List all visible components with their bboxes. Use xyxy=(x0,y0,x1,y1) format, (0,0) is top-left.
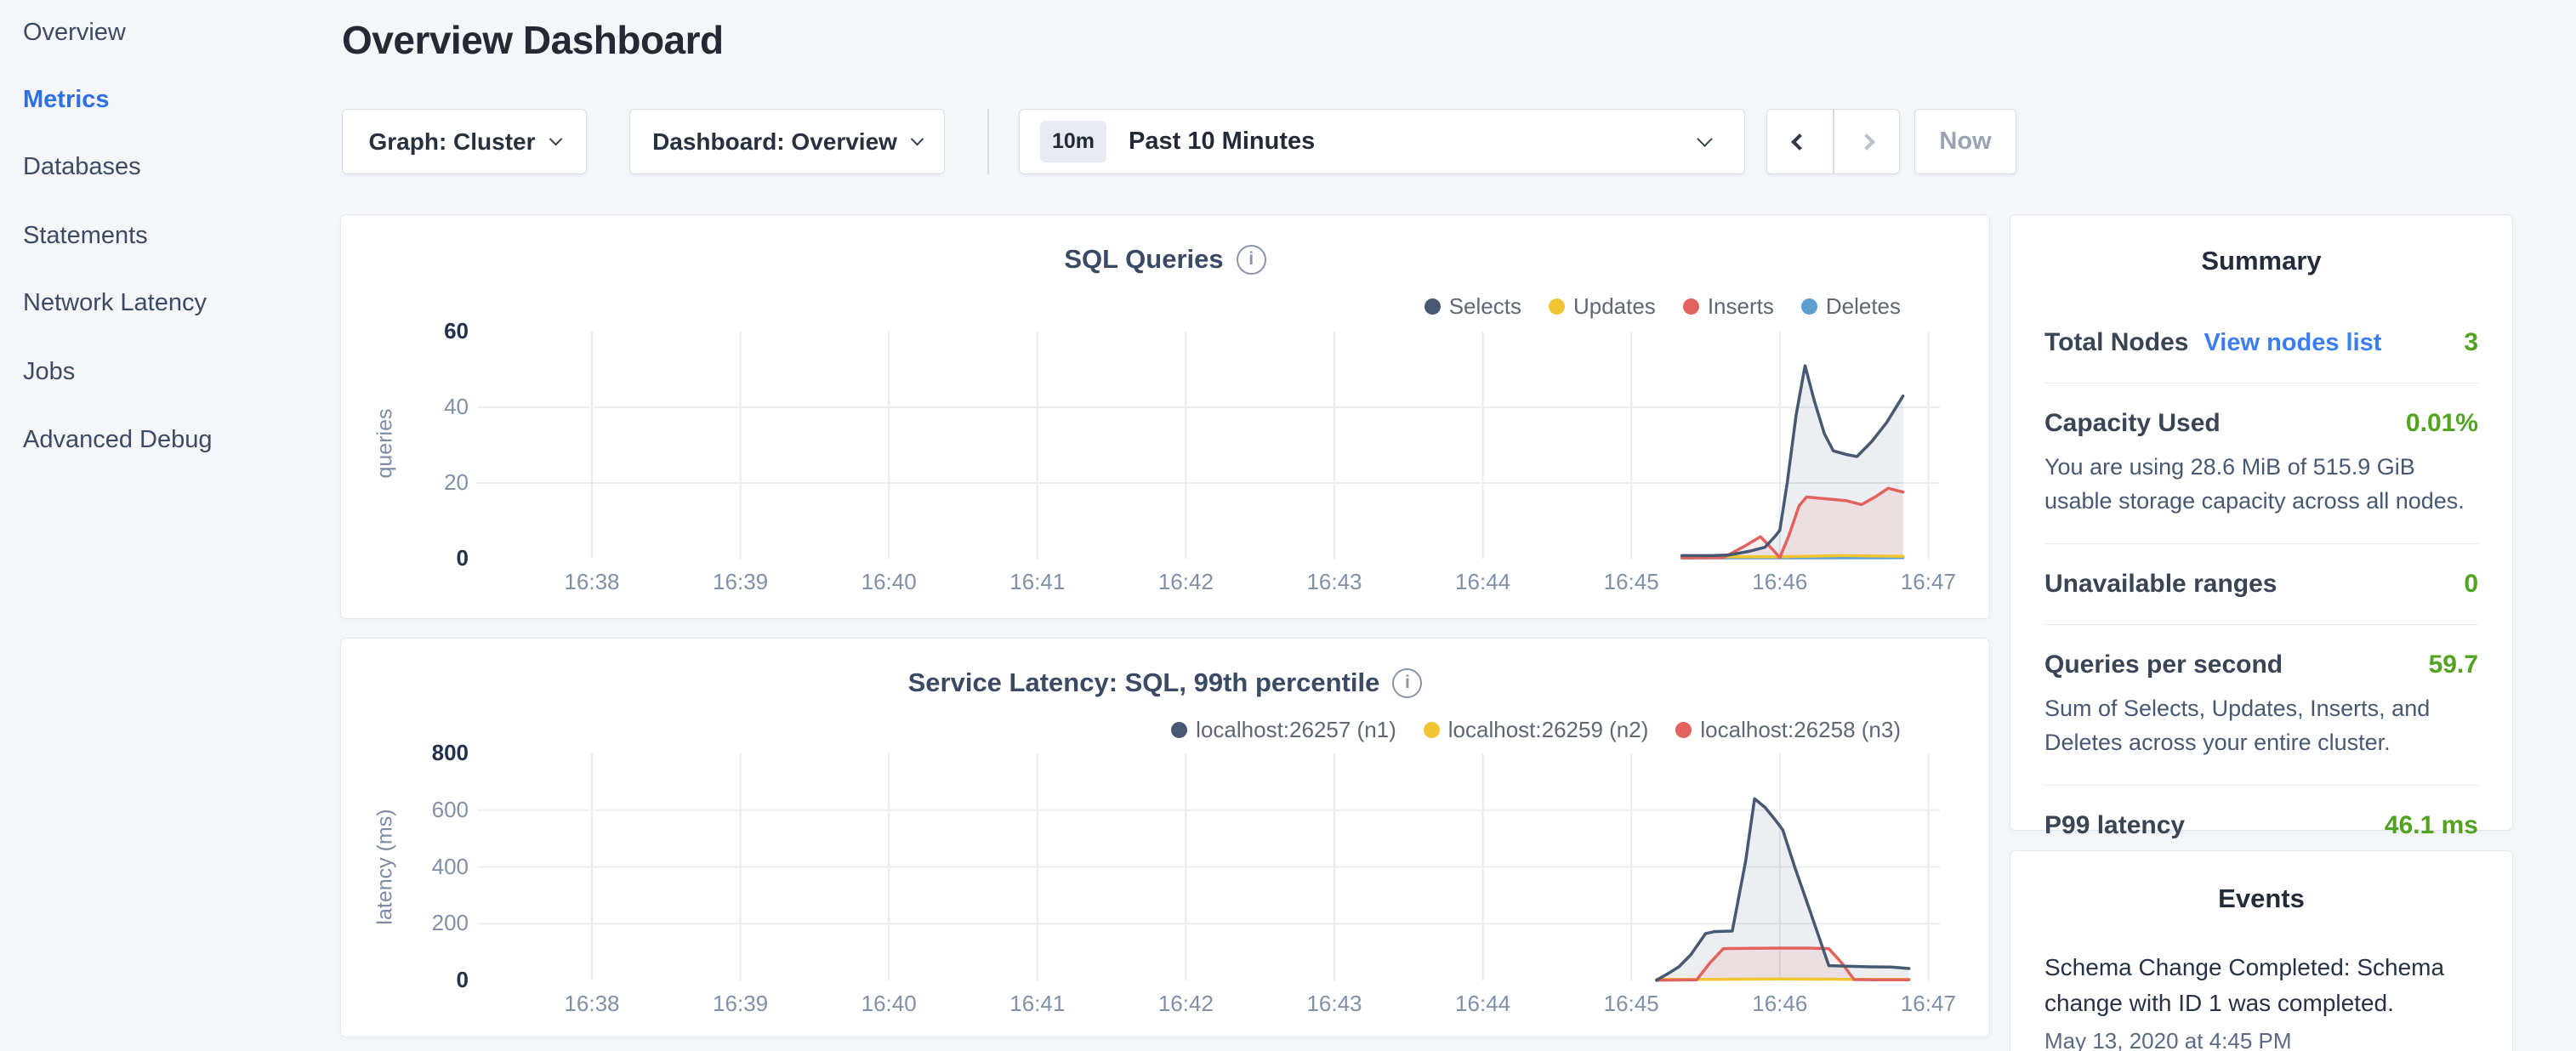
summary-row-label: Total Nodes xyxy=(2044,328,2188,357)
summary-row-p99-latency: P99 latency 46.1 ms xyxy=(2044,811,2478,840)
time-window-label: Past 10 Minutes xyxy=(1129,128,1315,156)
summary-row-unavailable-ranges: Unavailable ranges 0 xyxy=(2044,570,2478,599)
summary-row-value: 3 xyxy=(2464,328,2478,357)
service-latency-plot[interactable] xyxy=(341,639,1991,1038)
service-latency-chart-card: Service Latency: SQL, 99th percentile i … xyxy=(340,638,1990,1037)
summary-title: Summary xyxy=(2044,246,2478,276)
graph-dropdown[interactable]: Graph: Cluster xyxy=(342,109,587,174)
events-list: Schema Change Completed: Schema change w… xyxy=(2044,950,2478,1051)
summary-row-value: 0.01% xyxy=(2406,409,2478,438)
sql-queries-chart-card: SQL Queries i SelectsUpdatesInsertsDelet… xyxy=(340,214,1990,619)
now-button[interactable]: Now xyxy=(1914,109,2016,174)
sidebar-item-advanced-debug[interactable]: Advanced Debug xyxy=(23,426,213,454)
sidebar-item-metrics[interactable]: Metrics xyxy=(23,86,110,114)
time-step-buttons xyxy=(1766,109,1900,174)
summary-row-label: Unavailable ranges xyxy=(2044,570,2277,599)
graph-dropdown-label: Graph: Cluster xyxy=(368,128,535,156)
summary-row-capacity-used: Capacity Used 0.01% xyxy=(2044,409,2478,438)
summary-row-queries-per-second: Queries per second 59.7 xyxy=(2044,650,2478,679)
summary-divider xyxy=(2044,785,2478,786)
event-text: Schema Change Completed: Schema change w… xyxy=(2044,950,2478,1021)
events-panel: Events Schema Change Completed: Schema c… xyxy=(2010,850,2513,1051)
event-item: Schema Change Completed: Schema change w… xyxy=(2044,950,2478,1051)
chevron-down-icon xyxy=(1697,131,1712,146)
chevron-right-icon xyxy=(1858,134,1875,151)
summary-row-total-nodes: Total Nodes View nodes list 3 xyxy=(2044,328,2478,357)
sql-queries-plot[interactable] xyxy=(341,215,1991,620)
summary-row-value: 0 xyxy=(2464,570,2478,599)
sidebar-item-network-latency[interactable]: Network Latency xyxy=(23,289,207,317)
dashboard-dropdown[interactable]: Dashboard: Overview xyxy=(629,109,945,174)
event-timestamp: May 13, 2020 at 4:45 PM xyxy=(2044,1028,2478,1051)
summary-panel: Summary Total Nodes View nodes list 3 Capac… xyxy=(2010,214,2513,831)
summary-divider xyxy=(2044,543,2478,544)
summary-row-value: 59.7 xyxy=(2429,650,2478,679)
sidebar-item-statements[interactable]: Statements xyxy=(23,222,148,250)
summary-rows: Total Nodes View nodes list 3 Capacity Used… xyxy=(2044,328,2478,840)
summary-row-value: 46.1 ms xyxy=(2385,811,2478,840)
chevron-down-icon xyxy=(549,133,562,146)
summary-divider xyxy=(2044,624,2478,625)
app-root: Overview Metrics Databases Statements Networ… xyxy=(0,0,2576,1051)
sidebar-item-overview[interactable]: Overview xyxy=(23,19,126,47)
time-window-badge: 10m xyxy=(1040,121,1106,162)
summary-row-label: Capacity Used xyxy=(2044,409,2221,438)
sidebar-item-jobs[interactable]: Jobs xyxy=(23,358,75,386)
summary-row-label: P99 latency xyxy=(2044,811,2185,840)
prev-time-button[interactable] xyxy=(1766,109,1834,174)
sidebar: Overview Metrics Databases Statements Networ… xyxy=(0,0,340,1051)
page-title: Overview Dashboard xyxy=(342,17,724,63)
dashboard-dropdown-label: Dashboard: Overview xyxy=(652,128,897,156)
sidebar-item-databases[interactable]: Databases xyxy=(23,153,141,181)
events-title: Events xyxy=(2044,883,2478,914)
summary-row-label: Queries per second xyxy=(2044,650,2283,679)
view-nodes-list-link[interactable]: View nodes list xyxy=(2204,329,2381,357)
time-window-selector[interactable]: 10m Past 10 Minutes xyxy=(1019,109,1745,174)
summary-row-description: Sum of Selects, Updates, Inserts, and De… xyxy=(2044,691,2478,759)
chevron-left-icon xyxy=(1791,134,1808,151)
controls-divider xyxy=(987,109,989,174)
next-time-button[interactable] xyxy=(1834,109,1901,174)
chevron-down-icon xyxy=(911,133,924,146)
summary-row-description: You are using 28.6 MiB of 515.9 GiB usab… xyxy=(2044,450,2478,518)
